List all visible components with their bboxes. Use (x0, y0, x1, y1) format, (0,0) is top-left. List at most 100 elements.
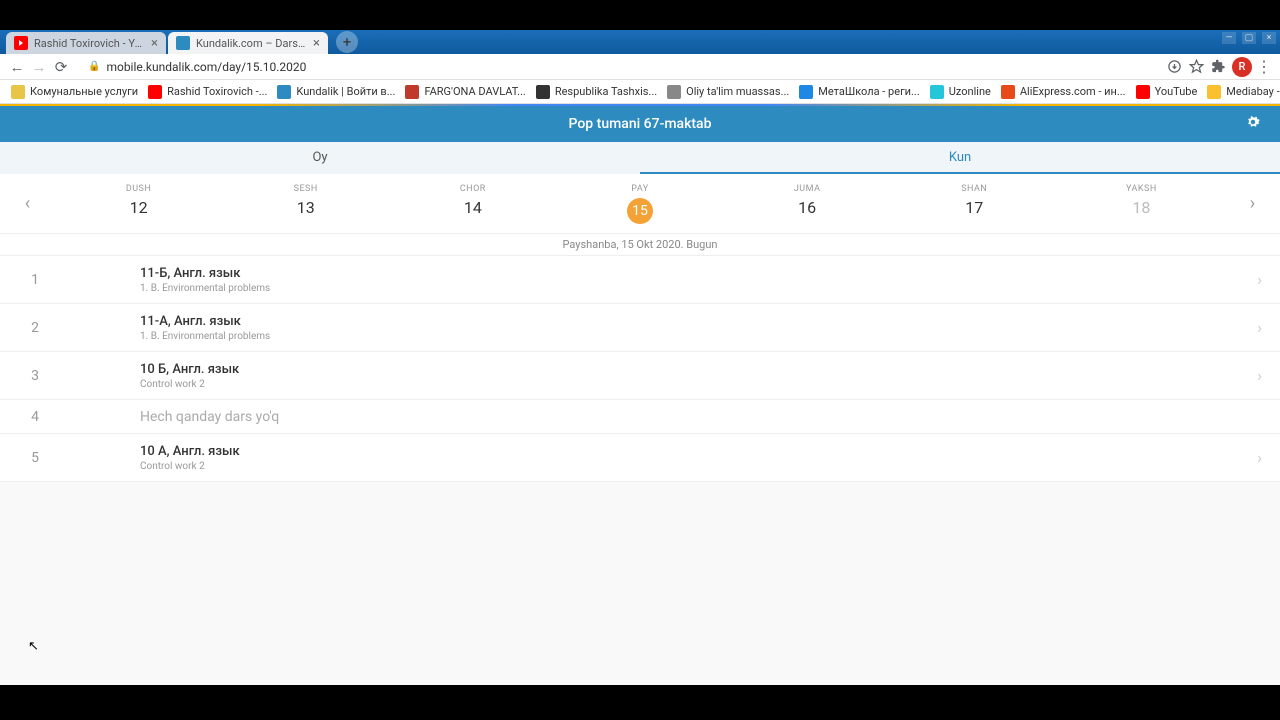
bookmark-item[interactable]: Kundalik | Войти в... (272, 85, 400, 99)
chevron-right-icon: › (1257, 270, 1262, 289)
browser-tab-youtube[interactable]: Rashid Toxirovich - YouTube × (6, 32, 166, 54)
day-number: 12 (130, 198, 148, 217)
lesson-body: 10 А, Англ. язык Control work 2 (70, 444, 1257, 472)
day-cell[interactable]: DUSH12 (55, 184, 222, 224)
youtube-icon (14, 36, 28, 50)
tab-day[interactable]: Kun (640, 142, 1280, 174)
bookmark-favicon (148, 85, 162, 99)
browser-chrome: — ▢ × Rashid Toxirovich - YouTube × Kund… (0, 30, 1280, 104)
window-max-button[interactable]: ▢ (1242, 32, 1256, 44)
tab-close-icon[interactable]: × (313, 36, 320, 51)
lesson-number: 5 (0, 450, 70, 466)
bookmark-favicon (1136, 85, 1150, 99)
star-icon[interactable] (1186, 57, 1206, 77)
bookmark-item[interactable]: Rashid Toxirovich -... (143, 85, 272, 99)
day-name: PAY (631, 184, 648, 194)
day-name: CHOR (460, 184, 486, 194)
bookmark-label: FARG'ONA DAVLAT... (424, 85, 525, 98)
prev-week-button[interactable]: ‹ (0, 193, 55, 214)
day-number: 13 (297, 198, 315, 217)
bookmark-favicon (1207, 85, 1221, 99)
bookmark-item[interactable]: Oliy ta'lim muassas... (662, 85, 794, 99)
browser-menu-icon[interactable]: ⋮ (1254, 57, 1274, 77)
lesson-body: 10 Б, Англ. языкControl work 2 (70, 362, 1257, 390)
week-strip: ‹ DUSH12SESH13CHOR14PAY15JUMA16SHAN17YAK… (0, 174, 1280, 234)
tab-title: Rashid Toxirovich - YouTube (34, 37, 145, 50)
date-line: Payshanba, 15 Okt 2020. Bugun (0, 234, 1280, 256)
chevron-right-icon: › (1257, 448, 1262, 467)
bookmark-item[interactable]: МетаШкола - реги... (794, 85, 924, 99)
bookmark-item[interactable]: Respublika Tashxis... (531, 85, 662, 99)
lesson-number: 2 (0, 320, 70, 336)
reload-button[interactable]: ⟳ (50, 56, 72, 78)
forward-button[interactable]: → (28, 56, 50, 78)
day-cell[interactable]: SESH 13 (222, 184, 389, 224)
bookmark-favicon (930, 85, 944, 99)
lesson-title: 11-А, Англ. язык (140, 314, 1257, 329)
day-name: YAKSH (1126, 184, 1157, 194)
day-cell[interactable]: CHOR 14 (389, 184, 556, 224)
bookmark-favicon (1001, 85, 1015, 99)
lesson-row[interactable]: 111-Б, Англ. язык1. B. Environmental pro… (0, 256, 1280, 304)
bookmark-label: Uzonline (949, 85, 991, 98)
window-controls: — ▢ × (1222, 32, 1276, 44)
window-min-button[interactable]: — (1222, 32, 1236, 44)
lesson-empty-text: Hech qanday dars yo'q (70, 409, 279, 425)
extensions-icon[interactable] (1208, 57, 1228, 77)
bookmark-label: Kundalik | Войти в... (296, 85, 395, 98)
bookmark-label: Mediabay - Главна... (1226, 85, 1280, 98)
bookmark-favicon (11, 85, 25, 99)
day-cell[interactable]: YAKSH18 (1058, 184, 1225, 224)
chevron-right-icon: › (1257, 318, 1262, 337)
day-cell[interactable]: JUMA16 (724, 184, 891, 224)
settings-button[interactable] (1244, 113, 1262, 135)
day-name: SHAN (961, 184, 987, 194)
lesson-row[interactable]: 211-А, Англ. язык1. B. Environmental pro… (0, 304, 1280, 352)
kundalik-icon (176, 36, 190, 50)
bookmark-item[interactable]: Uzonline (925, 85, 996, 99)
days-row: DUSH12SESH13CHOR14PAY15JUMA16SHAN17YAKSH… (55, 184, 1225, 224)
bookmark-label: Respublika Tashxis... (555, 85, 657, 98)
view-tabs: Oy Kun (0, 142, 1280, 174)
tab-close-icon[interactable]: × (151, 36, 158, 51)
bookmarks-bar: Комунальные услугиRashid Toxirovich -...… (0, 80, 1280, 104)
tab-month[interactable]: Oy (0, 142, 640, 174)
bookmark-label: YouTube (1155, 85, 1198, 98)
lesson-row[interactable]: 5 10 А, Англ. язык Control work 2› (0, 434, 1280, 482)
lesson-body: 11-Б, Англ. язык1. B. Environmental prob… (70, 266, 1257, 294)
profile-avatar[interactable]: R (1232, 57, 1252, 77)
letterbox-top (0, 0, 1280, 30)
window-close-button[interactable]: × (1262, 32, 1276, 44)
lesson-subtitle: Control work 2 (140, 379, 1257, 390)
bookmark-favicon (799, 85, 813, 99)
lesson-row[interactable]: 310 Б, Англ. языкControl work 2› (0, 352, 1280, 400)
bookmark-favicon (536, 85, 550, 99)
bookmark-item[interactable]: YouTube (1131, 85, 1203, 99)
bookmark-item[interactable]: Mediabay - Главна... (1202, 85, 1280, 99)
lesson-subtitle: Control work 2 (140, 461, 1257, 472)
back-button[interactable]: ← (6, 56, 28, 78)
day-cell[interactable]: SHAN17 (891, 184, 1058, 224)
install-icon[interactable] (1164, 57, 1184, 77)
browser-tab-kundalik[interactable]: Kundalik.com – Dars jadvali × (168, 32, 328, 54)
lesson-title: 10 А, Англ. язык (140, 444, 1257, 459)
lesson-row-empty: 4Hech qanday dars yo'q (0, 400, 1280, 434)
next-week-button[interactable]: › (1225, 193, 1280, 214)
lesson-subtitle: 1. B. Environmental problems (140, 283, 1257, 294)
new-tab-button[interactable]: + (336, 31, 358, 53)
bookmark-label: AliExpress.com - ин... (1020, 85, 1126, 98)
bookmark-favicon (405, 85, 419, 99)
url-input[interactable]: 🔒 mobile.kundalik.com/day/15.10.2020 (78, 57, 1156, 77)
tab-title: Kundalik.com – Dars jadvali (196, 37, 307, 50)
bookmark-item[interactable]: FARG'ONA DAVLAT... (400, 85, 530, 99)
tab-strip: — ▢ × Rashid Toxirovich - YouTube × Kund… (0, 30, 1280, 54)
lesson-number: 1 (0, 272, 70, 288)
app-header: Pop tumani 67-maktab (0, 106, 1280, 142)
day-cell[interactable]: PAY15 (556, 184, 723, 224)
day-name: SESH (294, 184, 318, 194)
bookmark-favicon (667, 85, 681, 99)
bookmark-item[interactable]: AliExpress.com - ин... (996, 85, 1131, 99)
day-number: 14 (464, 198, 482, 217)
mouse-cursor: ↖ (28, 639, 39, 654)
bookmark-item[interactable]: Комунальные услуги (6, 85, 143, 99)
